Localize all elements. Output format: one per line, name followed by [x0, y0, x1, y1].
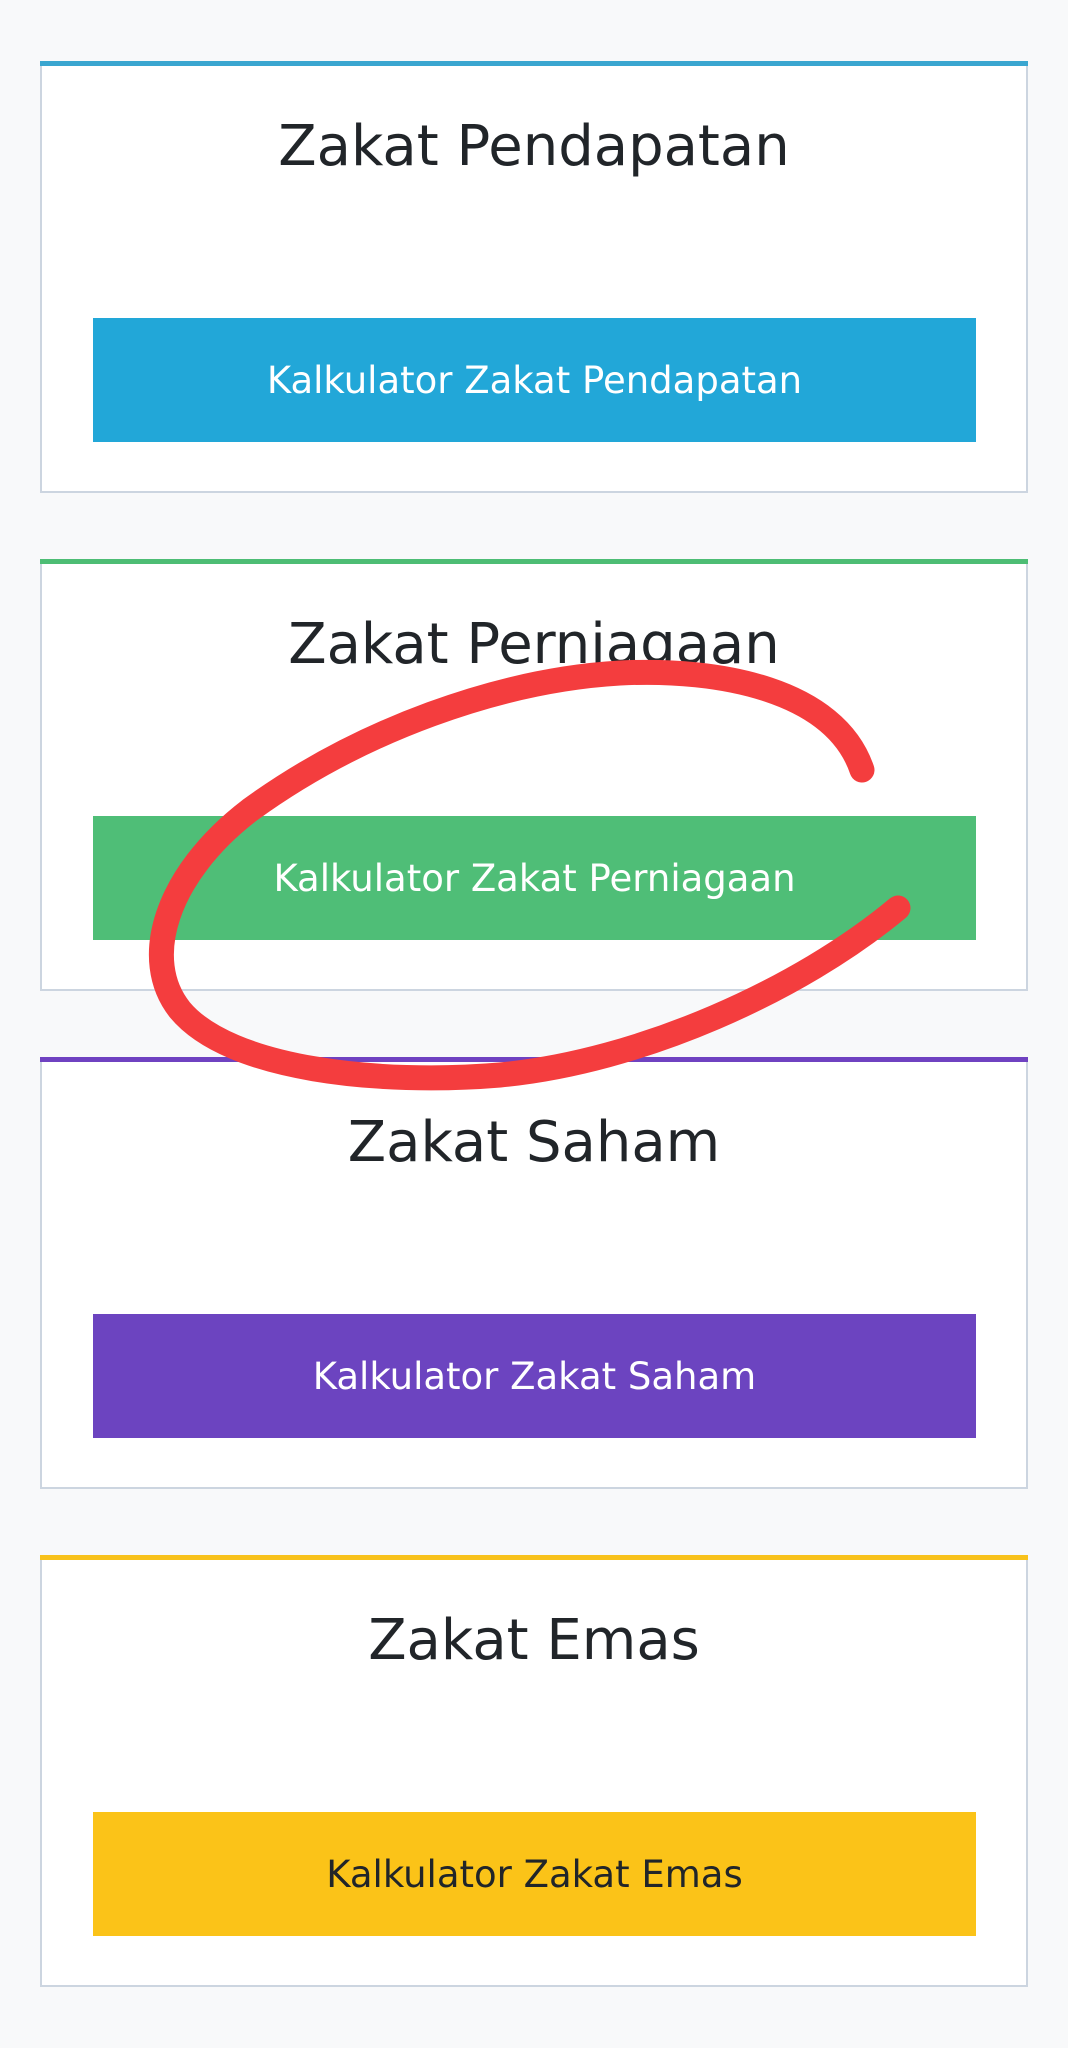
card-title: Zakat Emas [368, 1608, 700, 1673]
card-accent-bar [40, 559, 1028, 564]
card-title: Zakat Pendapatan [278, 114, 790, 179]
zakat-perniagaan-card: Zakat Perniagaan Kalkulator Zakat Pernia… [40, 559, 1028, 991]
card-accent-bar [40, 1057, 1028, 1062]
card-title: Zakat Perniagaan [288, 612, 780, 677]
kalkulator-zakat-pendapatan-button[interactable]: Kalkulator Zakat Pendapatan [93, 318, 976, 442]
kalkulator-zakat-saham-button[interactable]: Kalkulator Zakat Saham [93, 1314, 976, 1438]
kalkulator-zakat-emas-button[interactable]: Kalkulator Zakat Emas [93, 1812, 976, 1936]
card-accent-bar [40, 61, 1028, 66]
kalkulator-zakat-perniagaan-button[interactable]: Kalkulator Zakat Perniagaan [93, 816, 976, 940]
zakat-pendapatan-card: Zakat Pendapatan Kalkulator Zakat Pendap… [40, 61, 1028, 493]
zakat-emas-card: Zakat Emas Kalkulator Zakat Emas [40, 1555, 1028, 1987]
card-accent-bar [40, 1555, 1028, 1560]
zakat-saham-card: Zakat Saham Kalkulator Zakat Saham [40, 1057, 1028, 1489]
card-title: Zakat Saham [347, 1110, 721, 1175]
